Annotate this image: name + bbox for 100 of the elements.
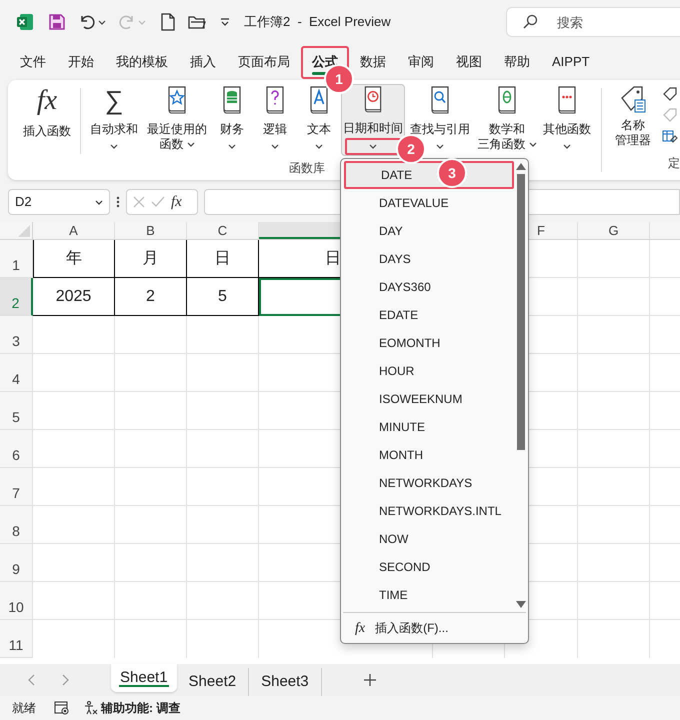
row-header[interactable]: 7 [0, 468, 33, 506]
tag-icon[interactable] [662, 86, 678, 102]
menu-tab[interactable]: 审阅 [397, 46, 445, 78]
more-options-icon[interactable] [116, 196, 120, 208]
star-book-icon [166, 86, 188, 114]
function-menu-item[interactable]: MONTH [344, 441, 514, 469]
grid-cell [115, 430, 187, 468]
group-label: 函数库 [289, 160, 325, 177]
question-book-icon [264, 86, 286, 114]
status-text: 就绪 [12, 700, 36, 717]
row-header[interactable]: 3 [0, 316, 33, 354]
table-cell: 日 [187, 240, 259, 278]
new-file-icon[interactable] [160, 13, 176, 31]
grid-cell [578, 354, 650, 392]
function-menu-item[interactable]: SECOND [344, 553, 514, 581]
ribbon-button[interactable]: 其他函数 [539, 84, 595, 156]
name-box[interactable]: D2 [8, 189, 110, 215]
chevron-down-icon [563, 144, 571, 148]
scrollbar-thumb[interactable] [517, 174, 525, 450]
row-header[interactable]: 5 [0, 392, 33, 430]
table-cell: 5 [187, 278, 259, 316]
grid-cell [578, 544, 650, 582]
function-menu-item[interactable]: DATEVALUE [344, 189, 514, 217]
chevron-down-icon [315, 144, 323, 148]
menu-tab[interactable]: 帮助 [493, 46, 541, 78]
chevron-down-icon [271, 144, 279, 148]
ribbon-button[interactable]: 最近使用的 函数 [143, 84, 211, 156]
ribbon-button[interactable]: 逻辑 [253, 84, 297, 156]
macro-recorder-icon[interactable] [54, 701, 70, 715]
group-label: 定 [668, 155, 680, 172]
grid-cell [578, 392, 650, 430]
grid-cell [115, 316, 187, 354]
window-title: 工作簿2 - Excel Preview [244, 13, 391, 32]
spreadsheet-logo-icon [16, 13, 34, 31]
grid-cell [578, 316, 650, 354]
menu-tab[interactable]: 插入 [179, 46, 227, 78]
chevron-down-icon [369, 144, 377, 149]
row-header[interactable]: 2 [0, 278, 33, 316]
function-menu-item[interactable]: NETWORKDAYS [344, 469, 514, 497]
sheet-tab[interactable]: Sheet1 [111, 664, 177, 692]
scroll-up-icon[interactable] [516, 163, 526, 170]
scroll-down-icon[interactable] [516, 601, 526, 608]
chevron-down-icon [110, 144, 118, 148]
function-menu-item[interactable]: NETWORKDAYS.INTL [344, 497, 514, 525]
grid-cell [115, 506, 187, 544]
ribbon-button[interactable]: 数学和 三角函数 [475, 84, 539, 156]
function-menu-item[interactable]: MINUTE [344, 413, 514, 441]
accessibility-status[interactable]: 辅助功能: 调查 [101, 699, 180, 717]
menu-tab[interactable]: AIPPT [541, 46, 601, 78]
ribbon-button[interactable]: ∑ 自动求和 [85, 84, 143, 156]
customize-menu-icon[interactable] [220, 18, 230, 26]
redo-menu-icon [138, 20, 146, 24]
folder-icon[interactable] [188, 14, 206, 30]
ribbon-button[interactable]: 日期和时间 [341, 84, 405, 156]
search-field[interactable]: 搜索 [506, 7, 680, 37]
clock-book-icon [362, 86, 384, 113]
add-sheet-icon[interactable] [364, 674, 376, 686]
menu-tab[interactable]: 页面布局 [227, 46, 301, 78]
grid-cell [578, 430, 650, 468]
column-header[interactable]: B [115, 222, 187, 239]
menu-tab[interactable]: 我的模板 [105, 46, 179, 78]
coins-book-icon [221, 86, 243, 114]
grid-cell [578, 506, 650, 544]
insert-function-icon[interactable]: fx [171, 190, 182, 214]
magnifier-book-icon [429, 86, 451, 114]
menu-tab[interactable]: 文件 [9, 46, 57, 78]
row-header[interactable]: 10 [0, 582, 33, 620]
row-header[interactable]: 6 [0, 430, 33, 468]
grid-cell [578, 582, 650, 620]
row-header[interactable]: 1 [0, 240, 33, 278]
menu-tab[interactable]: 开始 [57, 46, 105, 78]
table-cell: 月 [115, 240, 187, 278]
name-manager-button[interactable]: 名称 管理器 [606, 84, 660, 148]
insert-function-menu-item[interactable]: fx 插入函数(F)... [341, 613, 528, 643]
grid-cell [578, 278, 650, 316]
function-menu-item[interactable]: EOMONTH [344, 329, 514, 357]
column-header[interactable]: A [33, 222, 115, 239]
function-menu-item[interactable]: TIME [344, 581, 514, 609]
grid-cell [115, 392, 187, 430]
function-menu-item[interactable]: NOW [344, 525, 514, 553]
table-tag-icon[interactable] [662, 128, 678, 144]
grid-cell [115, 468, 187, 506]
accessibility-icon[interactable] [84, 701, 98, 715]
search-icon [522, 14, 538, 30]
ribbon-button[interactable]: 财务 [211, 84, 253, 156]
menu-tab[interactable]: 视图 [445, 46, 493, 78]
function-menu-item[interactable]: EDATE [344, 301, 514, 329]
save-icon[interactable] [48, 13, 66, 31]
function-menu-item[interactable]: HOUR [344, 357, 514, 385]
row-header[interactable]: 8 [0, 506, 33, 544]
dots-book-icon [556, 86, 578, 114]
row-header[interactable]: 11 [0, 620, 33, 658]
column-header[interactable]: G [578, 222, 650, 239]
sigma-icon: ∑ [104, 86, 124, 114]
grid-cell [578, 468, 650, 506]
row-header[interactable]: 9 [0, 544, 33, 582]
row-header[interactable]: 4 [0, 354, 33, 392]
insert-function-button[interactable]: fx 插入函数 [14, 84, 80, 180]
function-menu-item[interactable]: ISOWEEKNUM [344, 385, 514, 413]
check-icon[interactable] [151, 196, 165, 208]
